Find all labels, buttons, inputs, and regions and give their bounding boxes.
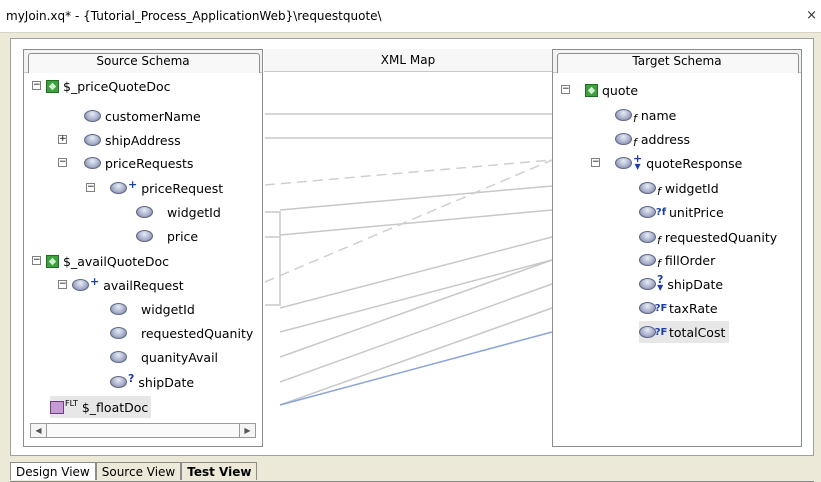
target-schema-panel: Target Schema − quote f name f address −… (552, 49, 802, 447)
target-node-widget-id[interactable]: f widgetId (639, 177, 719, 199)
root-doc-icon (585, 83, 598, 97)
map-line-unit-price (279, 209, 553, 236)
target-node-fill-order[interactable]: f fillOrder (639, 249, 715, 271)
target-node-tax-rate[interactable]: ?F taxRate (639, 297, 718, 319)
map-line-tax-rate (279, 307, 553, 406)
element-icon (639, 278, 656, 290)
target-node-name[interactable]: f name (615, 104, 676, 126)
expander-quote[interactable]: − (561, 85, 570, 94)
element-icon (639, 326, 656, 338)
target-node-quote-response[interactable]: + ▼ quoteResponse (615, 152, 742, 174)
choice-triangle-icon: ▼ (634, 162, 641, 171)
target-schema-title: Target Schema (632, 54, 722, 68)
tab-design-view[interactable]: Design View (10, 462, 96, 480)
map-line-ship-date (279, 283, 553, 383)
target-schema-header: Target Schema (553, 50, 801, 73)
element-icon (615, 133, 632, 145)
map-line-fill-order (279, 259, 553, 333)
view-tabs: Design View Source View Test View (10, 462, 258, 482)
expander-quote-response[interactable]: − (591, 158, 600, 167)
element-icon (615, 109, 632, 121)
element-icon (615, 157, 632, 169)
target-node-ship-date[interactable]: ? ▼ shipDate (639, 273, 723, 295)
element-icon (639, 231, 656, 243)
target-node-address[interactable]: f address (615, 128, 690, 150)
map-line-requested-quanity (279, 236, 553, 309)
element-icon (639, 182, 656, 194)
tab-source-view[interactable]: Source View (95, 462, 182, 480)
tab-test-view[interactable]: Test View (181, 462, 258, 480)
map-line-dashed-avail-request (264, 159, 553, 283)
target-node-total-cost[interactable]: ?F totalCost (639, 321, 730, 343)
map-line-dashed-price-request (264, 159, 553, 186)
element-icon (639, 302, 656, 314)
map-line-bracket (265, 211, 281, 306)
element-icon (639, 254, 656, 266)
target-node-unit-price[interactable]: ?f unitPrice (639, 201, 724, 223)
target-node-requested-quanity[interactable]: f requestedQuanity (639, 226, 777, 248)
target-node-quote[interactable]: quote (585, 79, 638, 101)
choice-triangle-icon: ▼ (657, 283, 664, 292)
map-line-widget-id (279, 185, 553, 211)
element-icon (639, 206, 656, 218)
